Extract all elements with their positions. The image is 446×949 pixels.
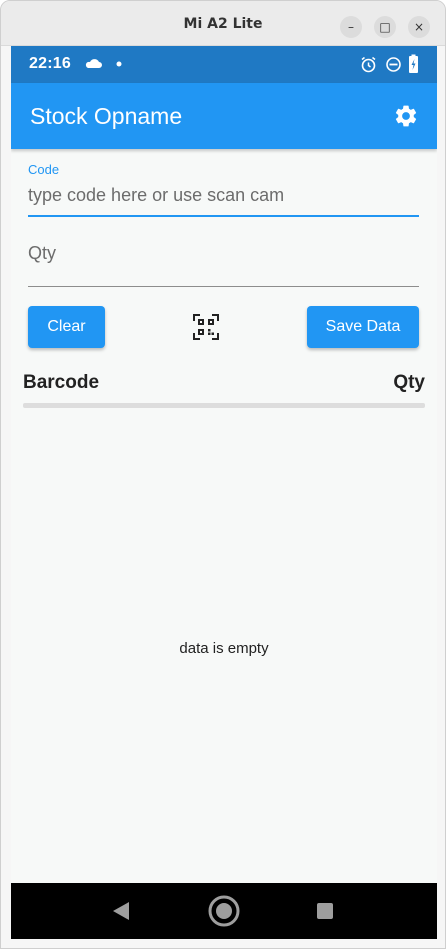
window-titlebar: Mi A2 Lite – □ × [1,1,445,46]
close-button[interactable]: × [408,16,430,38]
navigation-bar [11,883,437,939]
status-bar: 22:16 [11,46,437,83]
dot-icon [116,61,122,67]
qty-input-underline [28,286,419,287]
code-input-underline [28,215,419,217]
code-field-label: Code [28,162,60,177]
qr-scan-icon[interactable] [193,314,219,340]
recents-icon[interactable] [295,883,355,939]
alarm-icon [361,56,376,73]
phone-screen: 22:16 Stock Opname Code type code here o… [11,46,437,939]
cloud-icon [85,59,102,68]
app-bar: Stock Opname [11,83,437,149]
settings-gear-icon[interactable] [393,103,419,129]
empty-state-message: data is empty [179,640,269,657]
minimize-button[interactable]: – [340,16,362,38]
do-not-disturb-icon [386,57,401,72]
column-header-qty: Qty [393,372,425,393]
maximize-button[interactable]: □ [374,16,396,38]
save-data-button[interactable]: Save Data [307,306,419,348]
column-header-barcode: Barcode [23,372,100,393]
status-time: 22:16 [29,55,71,72]
home-icon[interactable] [194,883,254,939]
code-input[interactable] [28,180,419,210]
clear-button[interactable]: Clear [28,306,105,348]
qty-input[interactable] [28,238,419,268]
back-icon[interactable] [91,883,151,939]
battery-charging-icon [409,54,418,73]
app-title: Stock Opname [30,103,183,129]
emulator-window: Mi A2 Lite – □ × 22:16 Stock Opname Code… [0,0,446,949]
table-header-divider [23,403,425,408]
